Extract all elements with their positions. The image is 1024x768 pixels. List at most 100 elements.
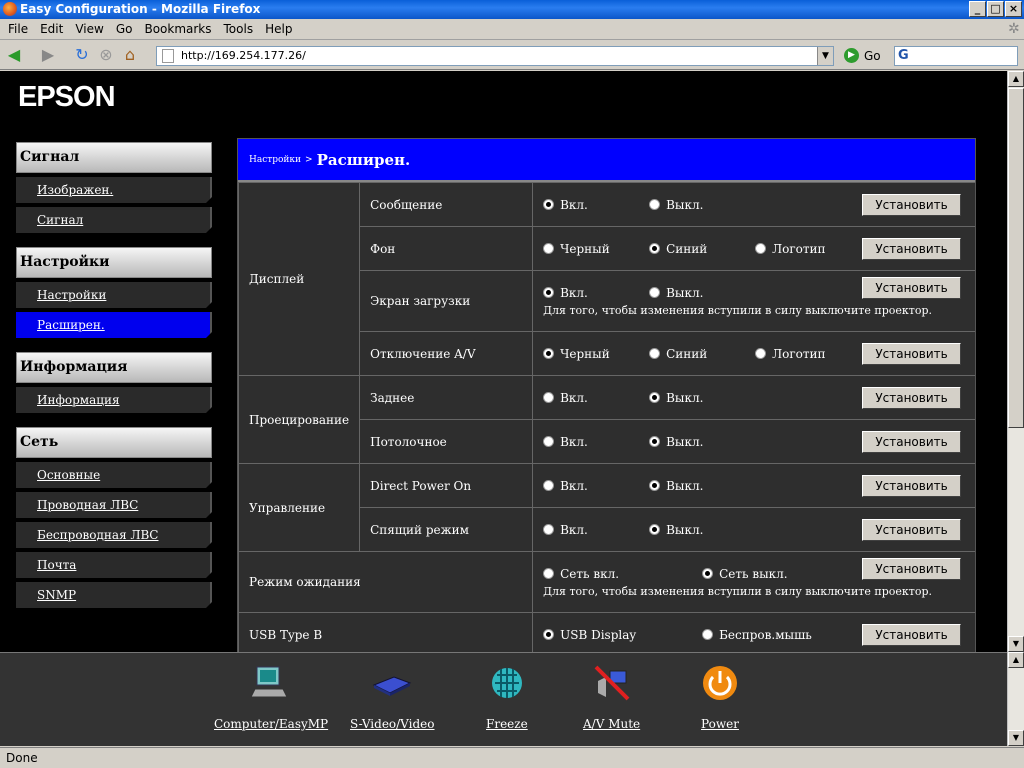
- radio-option[interactable]: Выкл.: [649, 479, 755, 493]
- radio-button[interactable]: [543, 524, 555, 535]
- frame-scrollbar[interactable]: ▲ ▼: [1007, 652, 1024, 746]
- scroll-up-icon[interactable]: ▲: [1008, 71, 1024, 87]
- sidebar-link[interactable]: Почта: [16, 552, 212, 578]
- apply-button[interactable]: Установить: [862, 430, 961, 453]
- close-button[interactable]: ×: [1005, 1, 1022, 17]
- radio-button[interactable]: [649, 392, 661, 403]
- radio-button[interactable]: [649, 243, 661, 254]
- footer-label[interactable]: A/V Mute: [583, 717, 640, 731]
- menu-tools[interactable]: Tools: [218, 22, 260, 36]
- sidebar-link[interactable]: Проводная ЛВС: [16, 492, 212, 518]
- radio-option[interactable]: Выкл.: [649, 523, 755, 537]
- radio-button[interactable]: [543, 568, 555, 579]
- radio-button[interactable]: [649, 348, 661, 359]
- power-icon[interactable]: [700, 663, 740, 703]
- radio-option[interactable]: Черный: [543, 242, 649, 256]
- minimize-button[interactable]: _: [969, 1, 986, 17]
- menu-file[interactable]: File: [2, 22, 34, 36]
- apply-button[interactable]: Установить: [862, 474, 961, 497]
- radio-option[interactable]: Логотип: [755, 242, 861, 256]
- radio-option[interactable]: Сеть выкл.: [702, 567, 861, 581]
- maximize-button[interactable]: □: [987, 1, 1004, 17]
- menu-bookmarks[interactable]: Bookmarks: [138, 22, 217, 36]
- breadcrumb-parent[interactable]: Настройки: [249, 155, 301, 165]
- menu-help[interactable]: Help: [259, 22, 298, 36]
- url-bar[interactable]: http://169.254.177.26/ ▼: [156, 46, 834, 66]
- footer-control[interactable]: S-Video/Video: [350, 663, 435, 731]
- frame-scroll-up-icon[interactable]: ▲: [1008, 652, 1024, 668]
- sidebar-link[interactable]: Информация: [16, 387, 212, 413]
- radio-button[interactable]: [543, 629, 555, 640]
- radio-button[interactable]: [543, 243, 555, 254]
- radio-button[interactable]: [702, 629, 714, 640]
- radio-button[interactable]: [649, 287, 661, 298]
- radio-button[interactable]: [543, 392, 555, 403]
- radio-option[interactable]: Логотип: [755, 347, 861, 361]
- radio-option[interactable]: Синий: [649, 242, 755, 256]
- radio-option[interactable]: Выкл.: [649, 286, 755, 300]
- footer-control[interactable]: Freeze: [486, 663, 528, 731]
- footer-label[interactable]: Computer/EasyMP: [214, 717, 328, 731]
- footer-control[interactable]: Computer/EasyMP: [214, 663, 328, 731]
- radio-option[interactable]: Вкл.: [543, 435, 649, 449]
- radio-option[interactable]: Черный: [543, 347, 649, 361]
- search-box[interactable]: G: [894, 46, 1018, 66]
- radio-button[interactable]: [543, 287, 555, 298]
- apply-button[interactable]: Установить: [862, 237, 961, 260]
- frame-scroll-down-icon[interactable]: ▼: [1008, 730, 1024, 746]
- radio-option[interactable]: Сеть вкл.: [543, 567, 702, 581]
- radio-button[interactable]: [702, 568, 714, 579]
- apply-button[interactable]: Установить: [862, 193, 961, 216]
- radio-button[interactable]: [649, 436, 661, 447]
- apply-button[interactable]: Установить: [862, 386, 961, 409]
- computer-icon[interactable]: [250, 663, 291, 703]
- radio-button[interactable]: [755, 243, 767, 254]
- radio-option[interactable]: Вкл.: [543, 391, 649, 405]
- radio-option[interactable]: Беспров.мышь: [702, 628, 861, 642]
- sidebar-link[interactable]: Расширен.: [16, 312, 212, 338]
- sidebar-link[interactable]: Сигнал: [16, 207, 212, 233]
- radio-button[interactable]: [755, 348, 767, 359]
- radio-button[interactable]: [543, 436, 555, 447]
- footer-control[interactable]: Power: [700, 663, 740, 731]
- radio-option[interactable]: Вкл.: [543, 523, 649, 537]
- radio-option[interactable]: Вкл.: [543, 286, 649, 300]
- radio-option[interactable]: Вкл.: [543, 479, 649, 493]
- sidebar-link[interactable]: Настройки: [16, 282, 212, 308]
- footer-control[interactable]: A/V Mute: [583, 663, 640, 731]
- footer-label[interactable]: Power: [701, 717, 739, 731]
- reload-icon[interactable]: ↻: [72, 45, 92, 65]
- apply-button[interactable]: Установить: [862, 277, 961, 299]
- apply-button[interactable]: Установить: [862, 623, 961, 646]
- home-icon[interactable]: ⌂: [120, 45, 140, 65]
- radio-option[interactable]: Выкл.: [649, 198, 755, 212]
- sidebar-link[interactable]: Основные: [16, 462, 212, 488]
- radio-option[interactable]: Вкл.: [543, 198, 649, 212]
- radio-option[interactable]: USB Display: [543, 628, 702, 642]
- av-mute-icon[interactable]: [592, 663, 632, 703]
- sidebar-link[interactable]: SNMP: [16, 582, 212, 608]
- radio-button[interactable]: [543, 348, 555, 359]
- url-dropdown-icon[interactable]: ▼: [817, 47, 833, 65]
- menu-view[interactable]: View: [69, 22, 109, 36]
- sidebar-link[interactable]: Изображен.: [16, 177, 212, 203]
- apply-button[interactable]: Установить: [862, 342, 961, 365]
- footer-label[interactable]: S-Video/Video: [350, 717, 435, 731]
- radio-button[interactable]: [649, 524, 661, 535]
- video-device-icon[interactable]: [372, 663, 412, 703]
- apply-button[interactable]: Установить: [862, 558, 961, 580]
- scroll-thumb[interactable]: [1008, 88, 1024, 428]
- forward-icon[interactable]: ▶: [38, 45, 58, 65]
- back-icon[interactable]: ◀: [4, 45, 24, 65]
- apply-button[interactable]: Установить: [862, 518, 961, 541]
- radio-option[interactable]: Выкл.: [649, 391, 755, 405]
- radio-button[interactable]: [649, 480, 661, 491]
- radio-button[interactable]: [543, 199, 555, 210]
- page-scrollbar[interactable]: ▲ ▼: [1007, 71, 1024, 652]
- go-button[interactable]: ▶ Go: [844, 48, 881, 63]
- sidebar-link[interactable]: Беспроводная ЛВС: [16, 522, 212, 548]
- radio-button[interactable]: [543, 480, 555, 491]
- footer-label[interactable]: Freeze: [486, 717, 528, 731]
- menu-go[interactable]: Go: [110, 22, 139, 36]
- freeze-icon[interactable]: [487, 663, 527, 703]
